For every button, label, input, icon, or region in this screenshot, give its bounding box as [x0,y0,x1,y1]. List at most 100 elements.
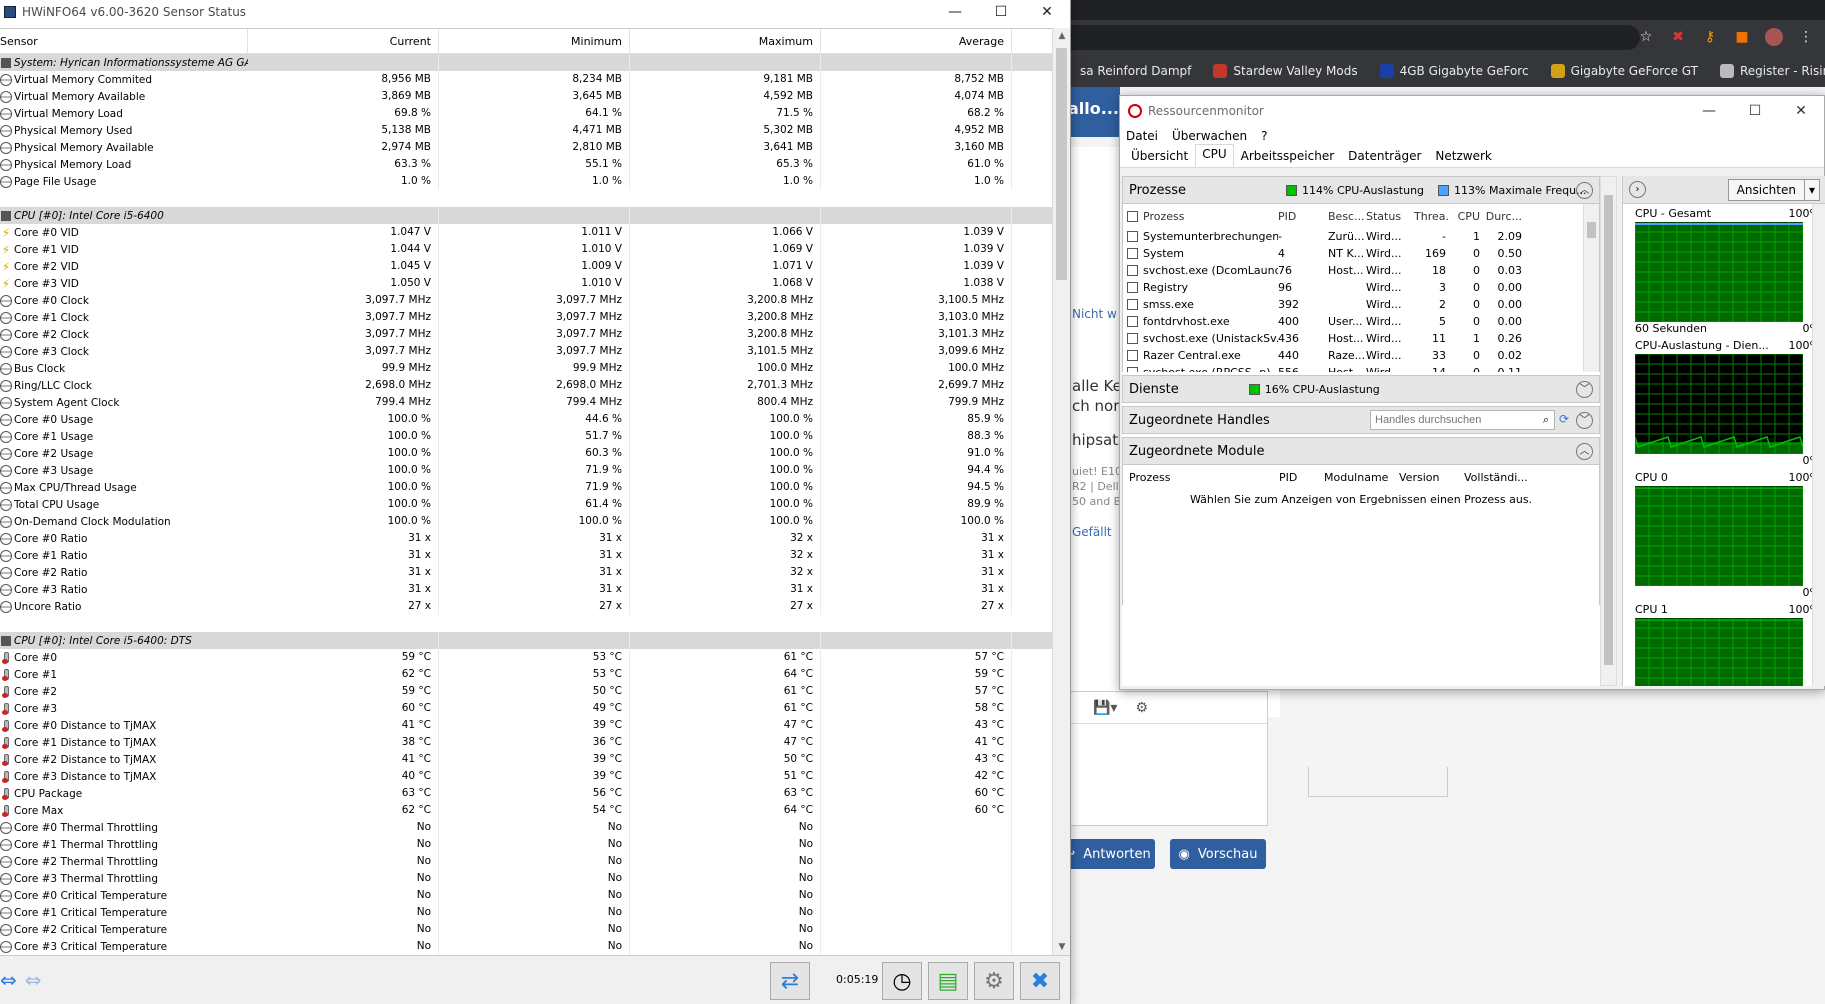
like-link[interactable]: Gefällt [1072,525,1112,539]
sensor-row[interactable]: ⚡ Core #2 VID 1.045 V 1.009 V 1.071 V 1.039 V [0,258,1053,275]
sensor-row[interactable]: Physical Memory Used 5,138 MB 4,471 MB 5,30… [0,122,1053,139]
bookmark-star-icon[interactable]: ☆ [1637,28,1655,46]
process-row[interactable]: System 4 NT K... Wird... 169 0 0.50 [1123,245,1599,262]
process-checkbox[interactable] [1127,265,1138,276]
sensor-row[interactable]: Core #2 Usage 100.0 % 60.3 % 100.0 % 91.0 % [0,445,1053,462]
sensor-row[interactable]: Core #1 Critical Temperature No No No [0,904,1053,921]
network-sensors-button[interactable]: ⇄ [770,962,810,1000]
process-checkbox[interactable] [1127,316,1138,327]
reply-button[interactable]: ↩Antworten [1060,839,1155,869]
tab-overview[interactable]: Übersicht [1124,146,1195,167]
settings-gear-icon[interactable]: ⚙ [1135,700,1148,716]
process-row[interactable]: svchost.exe (DcomLaunc... 76 Host... Wird..… [1123,262,1599,279]
process-checkbox[interactable] [1127,333,1138,344]
key-extension-icon[interactable]: ⚷ [1701,28,1719,46]
services-section-header[interactable]: Dienste 16% CPU-Auslastung ﹀ [1122,375,1600,403]
minimize-button[interactable]: — [1686,96,1732,126]
sensor-row[interactable]: Core #0 59 °C 53 °C 61 °C 57 °C [0,649,1053,666]
sensor-row[interactable]: Core #3 Usage 100.0 % 71.9 % 100.0 % 94.4 % [0,462,1053,479]
sensor-row[interactable]: Core #2 Thermal Throttling No No No [0,853,1053,870]
search-icon[interactable]: ⌕ [1543,413,1549,427]
sensor-row[interactable]: Virtual Memory Load 69.8 % 64.1 % 71.5 % 68.… [0,105,1053,122]
address-bar[interactable] [1060,25,1640,50]
handles-section-header[interactable]: Zugeordnete Handles ⌕ ⟳ ﹀ [1122,406,1600,434]
tab-network[interactable]: Netzwerk [1428,146,1498,167]
menu-file[interactable]: Datei [1126,129,1158,143]
col-full-path[interactable]: Vollständi... [1464,471,1544,484]
sensor-row[interactable]: Core #0 Distance to TjMAX 41 °C 39 °C 47 °C… [0,717,1053,734]
sensor-row[interactable]: Core #3 60 °C 49 °C 61 °C 58 °C [0,700,1053,717]
bookmark-item[interactable]: sa Reinford Dampf [1060,64,1191,78]
bookmark-item[interactable]: Stardew Valley Mods [1213,64,1358,78]
process-row[interactable]: fontdrvhost.exe 400 User... Wird... 5 0 0.00 [1123,313,1599,330]
nicht-wichtig-link[interactable]: Nicht w [1072,307,1117,321]
sensor-row[interactable]: Core #3 Ratio 31 x 31 x 31 x 31 x [0,581,1053,598]
sensor-row[interactable]: Core #0 Ratio 31 x 31 x 32 x 31 x [0,530,1053,547]
sensor-row[interactable]: Core #0 Critical Temperature No No No [0,887,1053,904]
sensor-row[interactable]: Core #1 Clock 3,097.7 MHz 3,097.7 MHz 3,200… [0,309,1053,326]
expand-arrows-icon[interactable]: ⇔ [0,970,17,990]
sensor-row[interactable]: Core Max 62 °C 54 °C 64 °C 60 °C [0,802,1053,819]
expand-down-icon[interactable]: ﹀ [1576,412,1593,429]
save-draft-icon[interactable]: 💾▾ [1093,700,1117,716]
menu-monitor[interactable]: Überwachen [1172,129,1247,143]
sensor-row[interactable]: Total CPU Usage 100.0 % 61.4 % 100.0 % 89.9 … [0,496,1053,513]
process-row[interactable]: Registry 96 Wird... 3 0 0.00 [1123,279,1599,296]
sensor-row[interactable]: Max CPU/Thread Usage 100.0 % 71.9 % 100.0 %… [0,479,1053,496]
sensor-row[interactable]: Core #2 Ratio 31 x 31 x 32 x 31 x [0,564,1053,581]
sensor-row[interactable]: Core #3 Thermal Throttling No No No [0,870,1053,887]
expand-down-icon[interactable]: ﹀ [1576,381,1593,398]
close-button[interactable]: ✕ [1024,0,1070,24]
sensor-row[interactable]: ⚡ Core #1 VID 1.044 V 1.010 V 1.069 V 1.039 V [0,241,1053,258]
collapse-up-icon[interactable]: ︿ [1576,443,1593,460]
sensor-row[interactable]: Core #0 Thermal Throttling No No No [0,819,1053,836]
sensor-row[interactable]: Core #1 62 °C 53 °C 64 °C 59 °C [0,666,1053,683]
sensor-row[interactable]: Physical Memory Available 2,974 MB 2,810 M… [0,139,1053,156]
profile-avatar[interactable] [1765,28,1783,46]
shopping-extension-icon[interactable]: ■ [1733,28,1751,46]
clock-button[interactable]: ◷ [882,962,922,1000]
panels-scrollbar[interactable] [1600,176,1617,686]
bookmark-item[interactable]: 4GB Gigabyte GeForc [1379,64,1529,78]
sensor-row[interactable]: Core #0 Usage 100.0 % 44.6 % 100.0 % 85.9 % [0,411,1053,428]
col-average-cpu[interactable]: Durc... [1484,210,1526,223]
scroll-thumb[interactable] [1056,48,1067,280]
sensor-row[interactable]: On-Demand Clock Modulation 100.0 % 100.0 %… [0,513,1053,530]
col-current[interactable]: Current [248,29,439,54]
menu-icon[interactable]: ⋮ [1797,28,1815,46]
process-checkbox[interactable] [1127,350,1138,361]
col-pid[interactable]: PID [1278,210,1328,223]
handles-search-input[interactable] [1370,410,1555,430]
refresh-icon[interactable]: ⟳ [1559,412,1569,426]
process-table-scrollbar[interactable] [1583,204,1599,372]
sensor-row[interactable]: Core #1 Thermal Throttling No No No [0,836,1053,853]
preview-button[interactable]: ◉ Vorschau [1170,839,1266,869]
graphs-scrollbar[interactable] [1812,204,1825,686]
sensor-row[interactable]: Core #3 Clock 3,097.7 MHz 3,097.7 MHz 3,101… [0,343,1053,360]
sensor-row[interactable]: Core #1 Usage 100.0 % 51.7 % 100.0 % 88.3 % [0,428,1053,445]
sensor-row[interactable]: Ring/LLC Clock 2,698.0 MHz 2,698.0 MHz 2,70… [0,377,1053,394]
maximize-button[interactable]: ☐ [978,0,1024,24]
sensor-row[interactable]: Core #0 Clock 3,097.7 MHz 3,097.7 MHz 3,200… [0,292,1053,309]
process-row[interactable]: smss.exe 392 Wird... 2 0 0.00 [1123,296,1599,313]
collapse-graphs-icon[interactable]: › [1629,181,1646,198]
col-version[interactable]: Version [1399,471,1464,484]
settings-button[interactable]: ⚙ [974,962,1014,1000]
sensor-row[interactable]: Core #2 Clock 3,097.7 MHz 3,097.7 MHz 3,200… [0,326,1053,343]
sensor-row[interactable]: Core #2 59 °C 50 °C 61 °C 57 °C [0,683,1053,700]
bookmark-item[interactable]: Gigabyte GeForce GT [1550,64,1698,78]
col-average[interactable]: Average [821,29,1012,54]
process-row[interactable]: svchost.exe (UnistackSv... 436 Host... Wird… [1123,330,1599,347]
sensor-row[interactable]: Virtual Memory Commited 8,956 MB 8,234 MB 9… [0,71,1053,88]
collapse-arrows-icon[interactable]: ⇔ [25,970,42,990]
scroll-up-icon[interactable]: ▲ [1053,28,1071,44]
sensor-row[interactable]: Page File Usage 1.0 % 1.0 % 1.0 % 1.0 % [0,173,1053,190]
col-pid[interactable]: PID [1279,471,1324,484]
sensor-row[interactable]: Core #1 Ratio 31 x 31 x 32 x 31 x [0,547,1053,564]
col-description[interactable]: Besc... [1328,210,1366,223]
sensor-row[interactable]: System Agent Clock 799.4 MHz 799.4 MHz 800.… [0,394,1053,411]
select-all-checkbox[interactable] [1127,210,1138,222]
tab-memory[interactable]: Arbeitsspeicher [1234,146,1342,167]
process-row[interactable]: Systemunterbrechungen - Zurü... Wird... -1 2.… [1123,228,1599,245]
col-maximum[interactable]: Maximum [630,29,821,54]
